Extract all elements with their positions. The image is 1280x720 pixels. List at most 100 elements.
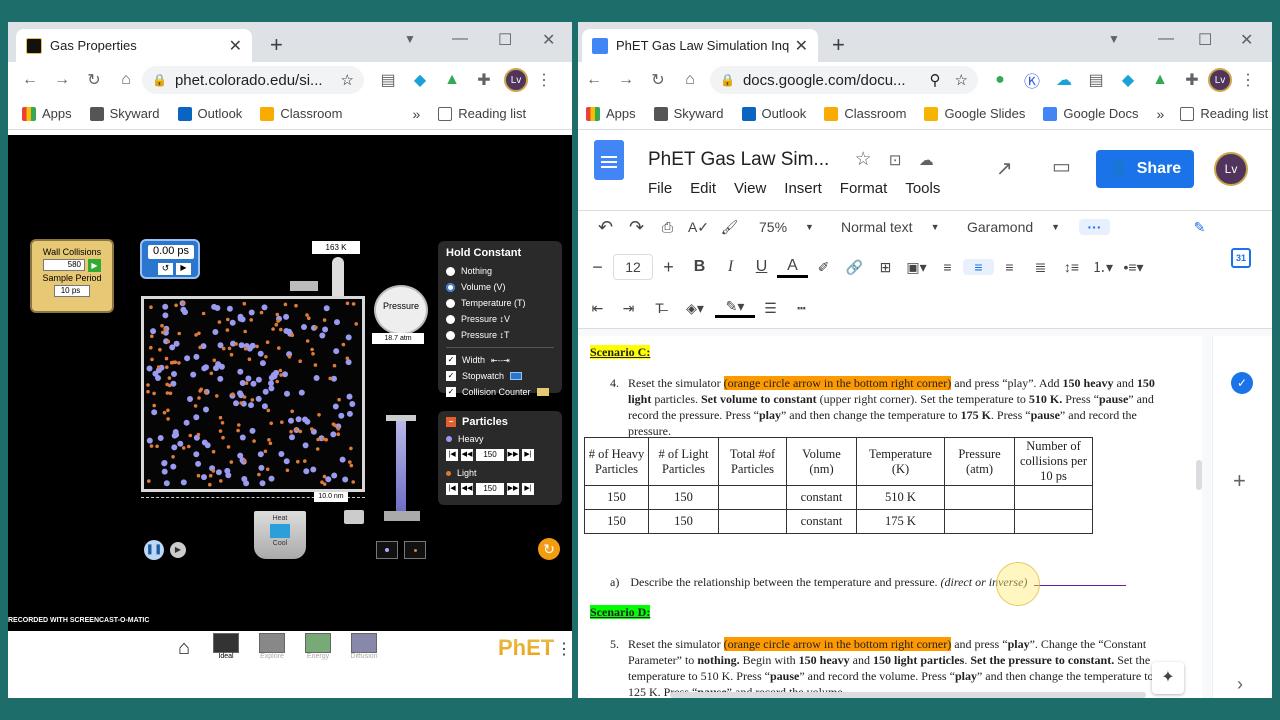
google-docs-logo-icon[interactable] [594,140,624,180]
redo-icon[interactable]: ↷ [621,217,652,238]
more-tools-icon[interactable]: ··· [1079,219,1110,235]
star-icon[interactable]: ☆ [855,149,872,170]
line-spacing-icon[interactable]: ↕≡ [1056,259,1087,275]
bookmark-star-icon[interactable]: ☆ [955,71,968,89]
underline-icon[interactable]: U [746,258,777,276]
table-cell[interactable]: 150 [648,485,719,510]
hold-constant-option[interactable]: Pressure ↕T [446,327,554,343]
reset-stopwatch-icon[interactable]: ↺ [158,263,173,275]
border-color-icon[interactable]: ✎▾ [715,298,755,318]
reload-icon[interactable]: ↻ [78,70,110,90]
paint-format-icon[interactable]: 🖌 [714,219,745,236]
spellcheck-icon[interactable]: A✓ [683,219,714,236]
screen-tab-diffusion[interactable]: Diffusion [350,633,378,660]
add-addon-icon[interactable]: + [1233,468,1246,494]
editing-mode-pencil-icon[interactable]: ✎ [1184,219,1215,236]
table-header-cell[interactable]: Volume (nm) [786,437,857,486]
screen-tab-explore[interactable]: Explore [258,633,286,660]
paragraph-style-select[interactable]: Normal text ▼ [841,219,955,235]
menu-file[interactable]: File [648,180,672,197]
temperature-readout[interactable]: 163 K [312,241,360,254]
eraser-icon[interactable] [344,510,364,524]
menu-edit[interactable]: Edit [690,180,716,197]
extension-k-icon[interactable]: Ⓚ [1016,68,1048,92]
reload-icon[interactable]: ↻ [642,70,674,90]
menu-view[interactable]: View [734,180,766,197]
drive-icon[interactable]: ▲ [1144,71,1176,89]
reading-list[interactable]: Reading list [438,106,526,121]
address-bar[interactable]: 🔒 docs.google.com/docu... ⚲ ☆ [710,66,978,94]
text-color-icon[interactable]: A [777,257,808,278]
table-header-cell[interactable]: # of Heavy Particles [584,437,649,486]
menu-icon[interactable]: ⋮ [528,70,560,90]
menu-format[interactable]: Format [840,180,888,197]
profile-avatar[interactable]: Lv [1208,68,1232,92]
increase-indent-icon[interactable]: ⇥ [613,300,644,317]
extension-icon[interactable]: ◆ [404,70,436,90]
bookmark-classroom[interactable]: Classroom [260,106,342,121]
bulleted-list-icon[interactable]: •≡▾ [1118,259,1149,276]
cell-background-color-icon[interactable]: ◈▾ [675,300,715,317]
heavy-count-field[interactable]: 150 [476,449,504,461]
document-page[interactable]: Scenario C: 4. Reset the simulator (oran… [578,336,1202,698]
stopwatch-checkbox[interactable]: ✓ Stopwatch [446,368,554,384]
zoom-select[interactable]: 75% ▼ [759,219,829,235]
table-cell[interactable]: 510 K [856,485,945,510]
numbered-list-icon[interactable]: ⒈▾ [1087,257,1118,277]
back-icon[interactable]: ← [14,71,46,89]
close-tab-icon[interactable]: ✕ [229,36,242,56]
table-cell[interactable]: constant [786,509,857,534]
close-tab-icon[interactable]: ✕ [795,36,808,56]
bookmark-skyward[interactable]: Skyward [89,106,160,121]
back-icon[interactable]: ← [578,71,610,89]
answer-line[interactable] [1034,585,1127,586]
pause-icon[interactable]: ❚❚ [144,540,164,560]
comments-icon[interactable]: ▭ [1052,154,1071,179]
collapse-icon[interactable]: − [446,417,456,427]
table-cell[interactable] [718,485,787,510]
minimize-icon[interactable]: — [452,30,468,48]
home-icon[interactable]: ⌂ [674,71,706,89]
insert-image-icon[interactable]: ▣▾ [901,259,932,276]
italic-icon[interactable]: I [715,258,746,276]
activity-trend-icon[interactable]: ↗ [996,156,1013,181]
align-center-icon[interactable]: ≡ [963,259,994,275]
share-button[interactable]: 👤 Share [1096,150,1194,188]
bookmark-outlook[interactable]: Outlook [741,106,806,121]
reset-all-icon[interactable]: ↻ [538,538,560,560]
close-window-icon[interactable]: ✕ [1240,30,1253,50]
undo-icon[interactable]: ↶ [590,217,621,238]
screen-tab-energy[interactable]: Energy [304,633,332,660]
phet-menu-icon[interactable]: ⋮ [556,639,572,659]
zoom-icon[interactable]: ⚲ [930,71,941,89]
insert-link-icon[interactable]: 🔗 [839,259,870,276]
extension-icon[interactable]: ☁ [1048,70,1080,90]
bookmark-google-docs[interactable]: Google Docs [1043,106,1139,121]
justify-icon[interactable]: ≣ [1025,259,1056,276]
heavy-min-button[interactable]: |◀ [446,449,458,461]
table-cell[interactable] [944,509,1015,534]
table-cell[interactable]: 175 K [856,509,945,534]
add-comment-icon[interactable]: ⊞ [870,259,901,276]
reading-list[interactable]: Reading list [1180,106,1268,121]
close-window-icon[interactable]: ✕ [542,30,555,50]
clear-formatting-icon[interactable]: T̶ [644,300,675,316]
light-count-field[interactable]: 150 [476,483,504,495]
forward-icon[interactable]: → [610,71,642,89]
table-cell[interactable] [1014,509,1093,534]
more-bookmarks-icon[interactable]: » [412,106,420,122]
align-right-icon[interactable]: ≡ [994,259,1025,275]
decrease-indent-icon[interactable]: ⇤ [582,300,613,317]
table-cell[interactable] [944,485,1015,510]
table-header-cell[interactable]: Temperature (K) [856,437,945,486]
cloud-saved-icon[interactable]: ☁ [919,152,934,169]
font-select[interactable]: Garamond ▼ [967,219,1079,235]
document-title[interactable]: PhET Gas Law Sim... ☆ ⊡ ☁ [648,148,934,171]
extension-icon[interactable]: ● [984,71,1016,89]
extensions-puzzle-icon[interactable]: ✚ [1176,70,1208,90]
border-width-icon[interactable]: ☰ [755,300,786,317]
home-icon[interactable]: ⌂ [178,637,190,660]
menu-tools[interactable]: Tools [905,180,940,197]
extensions-puzzle-icon[interactable]: ✚ [468,70,500,90]
table-cell[interactable]: 150 [584,485,649,510]
